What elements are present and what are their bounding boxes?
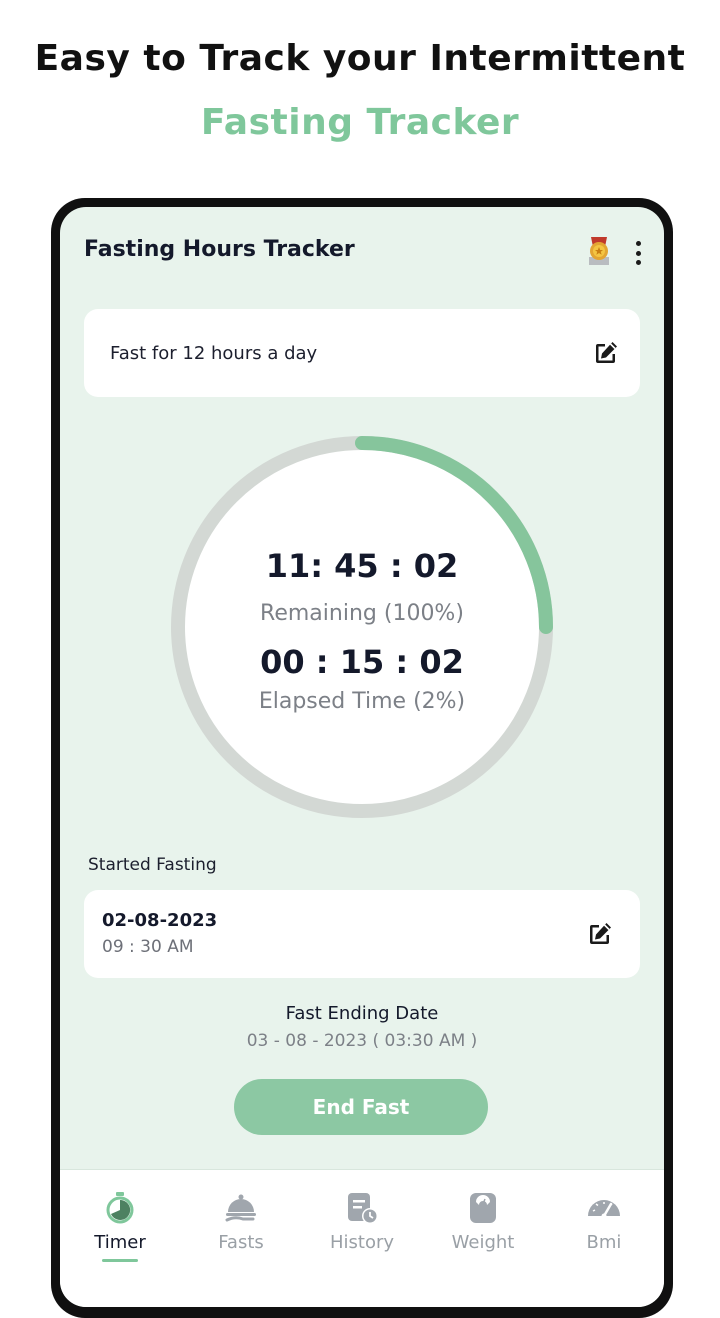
promo-subheadline: Fasting Tracker <box>200 102 520 143</box>
nav-item-fasts[interactable]: Fasts <box>181 1170 301 1280</box>
progress-ring <box>171 436 553 818</box>
start-date-card[interactable]: 02-08-2023 09 : 30 AM <box>84 890 640 978</box>
history-icon <box>348 1193 378 1224</box>
edit-icon[interactable] <box>586 920 614 948</box>
cloche-icon <box>225 1194 256 1222</box>
nav-item-history[interactable]: History <box>302 1170 422 1280</box>
nav-label-bmi: Bmi <box>586 1232 622 1253</box>
end-fast-button[interactable]: End Fast <box>234 1079 488 1135</box>
fasting-plan-card[interactable]: Fast for 12 hours a day <box>84 309 640 397</box>
elapsed-label: Elapsed Time (2%) <box>258 689 466 714</box>
nav-item-timer[interactable]: Timer <box>60 1170 180 1280</box>
nav-label-weight: Weight <box>451 1232 515 1253</box>
nav-item-weight[interactable]: Weight <box>423 1170 543 1280</box>
elapsed-time: 00 : 15 : 02 <box>260 643 464 681</box>
nav-label-fasts: Fasts <box>218 1232 264 1253</box>
fast-ending-value: 03 - 08 - 2023 ( 03:30 AM ) <box>246 1031 478 1051</box>
remaining-time: 11: 45 : 02 <box>265 547 459 585</box>
fast-ending-label: Fast Ending Date <box>285 1003 439 1024</box>
app-title: Fasting Hours Tracker <box>84 237 355 262</box>
remaining-label: Remaining (100%) <box>260 601 464 626</box>
more-vert-icon[interactable] <box>630 239 646 267</box>
start-time: 09 : 30 AM <box>102 937 194 957</box>
edit-icon[interactable] <box>592 339 620 367</box>
nav-label-history: History <box>329 1232 395 1253</box>
medal-icon[interactable] <box>586 237 612 267</box>
gauge-icon <box>588 1200 620 1219</box>
start-date: 02-08-2023 <box>102 910 218 931</box>
nav-item-bmi[interactable]: Bmi <box>544 1170 664 1280</box>
app-screen: Fasting Hours Tracker Fast for 12 hours … <box>60 207 664 1307</box>
nav-label-timer: Timer <box>94 1232 146 1253</box>
stopwatch-icon <box>106 1192 134 1224</box>
scale-icon <box>470 1193 496 1223</box>
started-fasting-label: Started Fasting <box>88 855 217 875</box>
bottom-nav: Timer Fasts History Weight Bmi <box>60 1169 664 1307</box>
promo-headline: Easy to Track your Intermittent <box>34 38 686 79</box>
fasting-plan-text: Fast for 12 hours a day <box>110 343 318 364</box>
active-tab-indicator <box>102 1259 138 1262</box>
